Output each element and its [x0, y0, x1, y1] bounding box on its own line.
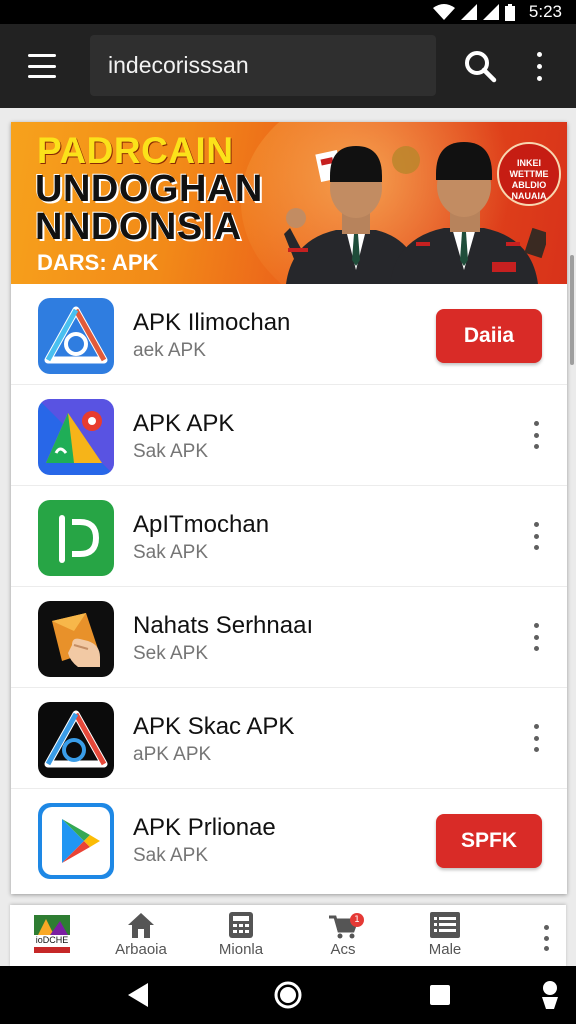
list-icon [430, 912, 460, 938]
status-icons: 5:23 [432, 2, 562, 22]
app-subtitle: Sak APK [133, 441, 208, 462]
app-action-button[interactable]: Daiia [436, 309, 542, 363]
tab-mionla[interactable]: Mionla [196, 911, 286, 967]
list-item[interactable]: APK APK Sak APK [11, 385, 567, 486]
signal-icon [460, 4, 477, 20]
tab-male[interactable]: Male [400, 911, 490, 967]
app-subtitle: Sak APK [133, 542, 208, 563]
signal-icon [482, 4, 499, 20]
search-icon[interactable] [460, 46, 500, 86]
app-list: APK Ilimochan aek APK Daiia APK APK Sak … [11, 284, 567, 890]
app-subtitle: Sek APK [133, 643, 208, 664]
app-subtitle: aek APK [133, 340, 206, 361]
list-item[interactable]: APK Skac APK aPK APK [11, 688, 567, 789]
more-vert-icon[interactable] [525, 522, 547, 550]
notification-badge: 1 [350, 913, 364, 927]
banner-subtitle: DARS: APK [37, 250, 159, 275]
app-subtitle: aPK APK [133, 744, 212, 765]
menu-icon[interactable] [22, 50, 62, 82]
tab-arbaoia[interactable]: Arbaoia [96, 911, 186, 967]
wifi-icon [432, 4, 455, 20]
banner-badge: INKEI WETTME ABLDIO NAUAIA [497, 142, 561, 206]
banner-title-line1: PADRCAIN [37, 130, 234, 171]
more-vert-icon[interactable] [525, 623, 547, 651]
app-name: APK Skac APK [133, 713, 295, 740]
more-vert-icon[interactable] [525, 724, 547, 752]
more-vert-icon[interactable] [536, 925, 556, 951]
promo-banner[interactable]: PADRCAIN UNDOGHAN NNDONSIA DARS: APK INK… [11, 122, 567, 284]
tab-label: Acs [330, 941, 356, 958]
store-thumbnail[interactable]: ioDCHE [32, 913, 72, 959]
play-store-icon [38, 803, 114, 879]
status-time: 5:23 [528, 2, 562, 21]
app-name: APK Prlionae [133, 814, 276, 841]
bottom-tab-bar: ioDCHE Arbaoia Mionla 1 Acs Male [10, 905, 566, 967]
triangle-logo-dark-icon [38, 702, 114, 778]
tab-label: Male [428, 941, 462, 958]
tab-label: Mionla [218, 941, 264, 958]
accessibility-icon[interactable] [534, 979, 566, 1011]
list-item[interactable]: APK Prlionae Sak APK SPFK [11, 789, 567, 890]
battery-icon [504, 3, 515, 21]
more-vert-icon[interactable] [524, 48, 554, 84]
list-item[interactable]: APK Ilimochan aek APK Daiia [11, 284, 567, 385]
green-p-icon [38, 500, 114, 576]
store-thumbnail-text: ioDCHE [35, 935, 69, 945]
tab-label: Arbaoia [115, 941, 167, 958]
map-pin-triangle-icon [38, 399, 114, 475]
system-navigation-bar [0, 966, 576, 1024]
hand-tap-icon [38, 601, 114, 677]
back-icon[interactable] [122, 979, 154, 1011]
list-item[interactable]: ApITmochan Sak APK [11, 486, 567, 587]
banner-title-line3: NNDONSIA [35, 206, 242, 248]
app-name: APK Ilimochan [133, 309, 291, 336]
app-name: APK APK [133, 410, 235, 437]
app-bar [0, 24, 576, 108]
scrollbar[interactable] [570, 255, 574, 365]
app-subtitle: Sak APK [133, 845, 208, 866]
list-item[interactable]: Nahats Serhnaaı Sek APK [11, 587, 567, 688]
app-action-button[interactable]: SPFK [436, 814, 542, 868]
banner-title-line2: UNDOGHAN [35, 168, 263, 210]
status-bar: 5:23 [0, 0, 576, 24]
app-name: ApITmochan [133, 511, 270, 538]
calculator-icon [229, 912, 253, 938]
main-card: PADRCAIN UNDOGHAN NNDONSIA DARS: APK INK… [11, 122, 567, 894]
home-circle-icon[interactable] [272, 979, 304, 1011]
search-box[interactable] [90, 35, 436, 96]
home-icon [128, 913, 154, 938]
more-vert-icon[interactable] [525, 421, 547, 449]
search-input[interactable] [90, 35, 436, 96]
triangle-logo-icon [38, 298, 114, 374]
tab-acs[interactable]: 1 Acs [298, 911, 388, 967]
app-name: Nahats Serhnaaı [133, 612, 314, 639]
recents-icon[interactable] [424, 979, 456, 1011]
